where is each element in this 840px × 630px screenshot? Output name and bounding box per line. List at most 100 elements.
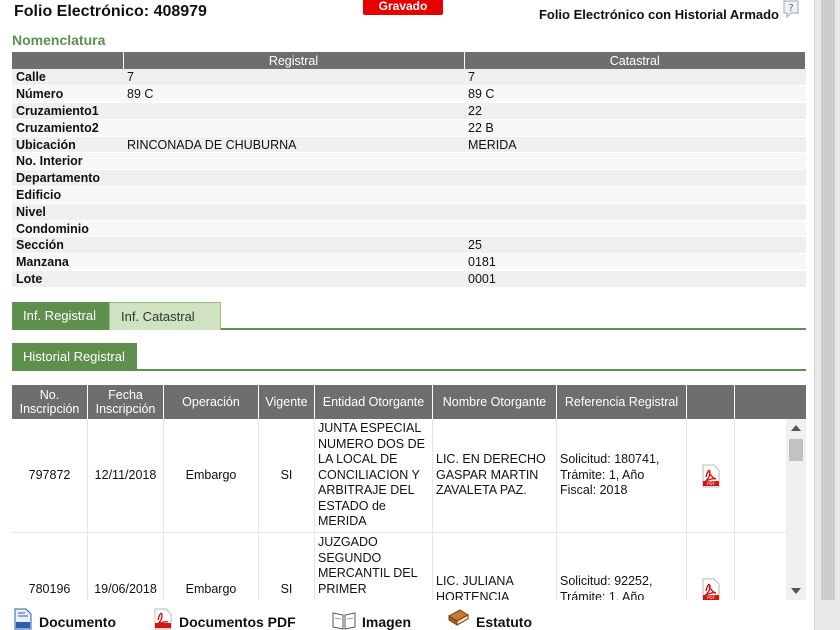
- cell-nombre: LIC. JULIANA HORTENCIA: [433, 533, 557, 600]
- historial-table-body: 797872 12/11/2018 Embargo SI JUNTA ESPEC…: [12, 419, 806, 600]
- info-tabs: Inf. Registral Inf. Catastral: [12, 302, 806, 330]
- folio-header: Folio Electrónico: 408979 Gravado Folio …: [0, 0, 814, 30]
- tab-historial-registral[interactable]: Historial Registral: [12, 343, 137, 371]
- table-row: Lote 0001: [12, 270, 806, 288]
- pdf-icon[interactable]: PDF: [701, 578, 721, 601]
- help-icon[interactable]: ?: [782, 0, 800, 18]
- row-label: Ubicación: [12, 136, 123, 154]
- column-header-no-inscripcion: No. Inscripción: [12, 385, 88, 419]
- cell-catastral: MERIDA: [464, 136, 806, 154]
- cell-catastral: 0181: [464, 253, 806, 272]
- row-label: Calle: [12, 69, 123, 87]
- scroll-up-icon[interactable]: [791, 425, 801, 431]
- cell-registral: [123, 236, 464, 255]
- cell-registral: 7: [123, 69, 464, 87]
- documento-button[interactable]: Documento: [13, 606, 116, 630]
- cell-vigente: SI: [259, 533, 315, 600]
- row-label: Sección: [12, 236, 123, 255]
- table-row: Cruzamiento1 22: [12, 102, 806, 120]
- cell-registral: [123, 152, 464, 171]
- cell-catastral: 25: [464, 236, 806, 255]
- book-icon: [332, 612, 356, 630]
- folio-title: Folio Electrónico: 408979: [14, 3, 207, 20]
- documentos-pdf-label: Documentos PDF: [179, 614, 296, 630]
- tab-inf-catastral[interactable]: Inf. Catastral: [109, 302, 221, 330]
- historial-scrollbar-thumb[interactable]: [789, 439, 803, 461]
- estatuto-label: Estatuto: [476, 614, 532, 630]
- cell-catastral: [464, 186, 806, 204]
- statute-book-icon: [448, 609, 469, 626]
- tab-inf-registral[interactable]: Inf. Registral: [12, 302, 109, 330]
- column-header-operacion: Operación: [164, 385, 259, 419]
- cell-fecha: 12/11/2018: [88, 419, 164, 532]
- documentos-pdf-button[interactable]: Documentos PDF: [153, 606, 296, 630]
- row-label: Departamento: [12, 169, 123, 188]
- window-scrollbar[interactable]: [814, 0, 840, 630]
- historial-tabs: Historial Registral: [12, 343, 806, 371]
- row-label: Manzana: [12, 253, 123, 272]
- column-header-nombre-otorgante: Nombre Otorgante: [433, 385, 557, 419]
- scroll-down-icon[interactable]: [791, 588, 801, 594]
- cell-catastral: 89 C: [464, 85, 806, 104]
- cell-fecha: 19/06/2018: [88, 533, 164, 600]
- row-label: Condominio: [12, 220, 123, 238]
- table-row: Departamento: [12, 169, 806, 188]
- document-icon: [14, 608, 32, 630]
- table-row: 780196 19/06/2018 Embargo SI JUZGADO SEG…: [12, 533, 806, 600]
- svg-text:?: ?: [788, 3, 793, 14]
- window-scrollbar-thumb[interactable]: [821, 0, 835, 600]
- cell-catastral: 22: [464, 102, 806, 120]
- status-badge: Gravado: [363, 0, 443, 15]
- column-header-fecha-inscripcion: Fecha Inscripción: [88, 385, 164, 419]
- cell-operacion: Embargo: [164, 419, 259, 532]
- cell-catastral: [464, 220, 806, 238]
- documento-label: Documento: [39, 614, 116, 630]
- cell-catastral: 7: [464, 69, 806, 87]
- table-row: Edificio: [12, 186, 806, 204]
- table-row: Manzana 0181: [12, 253, 806, 272]
- cell-catastral: [464, 203, 806, 221]
- cell-registral: [123, 220, 464, 238]
- historial-table-header: No. Inscripción Fecha Inscripción Operac…: [12, 385, 806, 419]
- table-row: Condominio: [12, 220, 806, 238]
- table-row: No. Interior: [12, 152, 806, 171]
- nomenclatura-corner: [12, 52, 124, 69]
- imagen-label: Imagen: [362, 614, 412, 630]
- row-label: Número: [12, 85, 123, 104]
- cell-catastral: [464, 169, 806, 188]
- cell-nombre: LIC. EN DERECHO GASPAR MARTIN ZAVALETA P…: [433, 419, 557, 532]
- cell-registral: [123, 186, 464, 204]
- column-header-spacer: [735, 385, 806, 419]
- svg-text:PDF: PDF: [707, 481, 715, 486]
- cell-referencia: Solicitud: 92252, Trámite: 1, Año: [557, 533, 687, 600]
- column-header-registral: Registral: [123, 52, 465, 69]
- pdf-documents-icon: [154, 608, 172, 630]
- column-header-entidad-otorgante: Entidad Otorgante: [315, 385, 433, 419]
- cell-entidad: JUNTA ESPECIAL NUMERO DOS DE LA LOCAL DE…: [315, 419, 433, 532]
- pdf-icon[interactable]: PDF: [701, 464, 721, 488]
- svg-text:PDF: PDF: [707, 595, 715, 600]
- historial-armado-label: Folio Electrónico con Historial Armado: [538, 7, 779, 22]
- imagen-button[interactable]: Imagen: [332, 606, 411, 630]
- row-label: Edificio: [12, 186, 123, 204]
- cell-catastral: [464, 152, 806, 171]
- column-header-referencia-registral: Referencia Registral: [557, 385, 687, 419]
- cell-catastral: 22 B: [464, 119, 806, 137]
- table-row: Sección 25: [12, 236, 806, 255]
- table-row: Número 89 C 89 C: [12, 85, 806, 104]
- cell-registral: [123, 270, 464, 288]
- row-label: Cruzamiento2: [12, 119, 123, 137]
- column-header-vigente: Vigente: [259, 385, 315, 419]
- historial-scrollbar[interactable]: [786, 419, 806, 600]
- cell-pdf: PDF: [687, 533, 735, 600]
- cell-pdf: PDF: [687, 419, 735, 532]
- row-label: No. Interior: [12, 152, 123, 171]
- estatuto-button[interactable]: Estatuto: [446, 606, 532, 630]
- cell-registral: [123, 253, 464, 272]
- cell-entidad: JUZGADO SEGUNDO MERCANTIL DEL PRIMER: [315, 533, 433, 600]
- nomenclatura-heading: Nomenclatura: [12, 32, 106, 48]
- column-header-documento: [687, 385, 735, 419]
- table-row: Ubicación RINCONADA DE CHUBURNA MERIDA: [12, 136, 806, 154]
- cell-registral: [123, 119, 464, 137]
- table-row: Nivel: [12, 203, 806, 221]
